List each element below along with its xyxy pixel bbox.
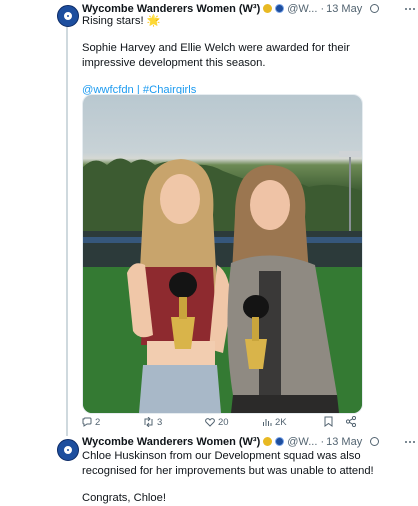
share-button[interactable] [345,415,359,430]
author-handle[interactable]: @W... [287,436,317,448]
tweet-photo[interactable] [82,94,363,414]
tweet-line: recognised for her improvements but was … [82,465,374,477]
reply-icon [82,417,92,427]
views-chart-icon [263,419,272,426]
reply-button[interactable]: 2 [82,416,100,430]
author-name[interactable]: Wycombe Wanderers Women (W³) [82,436,260,448]
tweet-line: Rising stars! [82,15,144,27]
views-count: 2K [275,417,287,428]
like-button[interactable]: 20 [205,416,229,430]
share-icon [345,415,357,428]
repost-count: 3 [157,417,163,428]
tweet-line: Sophie Harvey and Ellie Welch were award… [82,42,350,54]
repost-icon [144,416,153,428]
bookmark-icon [324,416,333,427]
verified-badge-icon [263,4,273,13]
tweet-header: Wycombe Wanderers Women (W³) @W... · 13 Ma… [82,434,410,450]
views-button[interactable]: 2K [262,416,287,430]
affiliate-badge-icon [275,4,285,13]
photo-illustration [83,151,362,413]
tweet-date[interactable]: 13 May [326,436,362,448]
affiliate-badge-icon [275,437,285,446]
tweet-text: Chloe Huskinson from our Development squ… [82,449,408,506]
club-crest-icon [62,444,74,456]
tweet-actions: 2 3 20 2K [82,415,362,430]
tweet-line: Congrats, Chloe! [82,492,166,504]
tweet-line: Chloe Huskinson from our Development squ… [82,450,361,462]
grok-icon[interactable] [370,437,380,446]
reply-count: 2 [95,417,101,428]
repost-button[interactable]: 3 [143,416,162,430]
tweet-text: Rising stars! 🌟 Sophie Harvey and Ellie … [82,14,408,98]
header-separator: · [320,436,325,448]
club-crest-icon [62,10,74,22]
verified-badge-icon [263,437,273,446]
heart-icon [205,418,215,427]
bookmark-button[interactable] [324,416,336,430]
author-avatar[interactable] [57,5,79,27]
grok-icon[interactable] [370,4,380,13]
thread-connector-line [66,26,68,436]
tweet-line: impressive development this season. [82,57,266,69]
glowing-star-emoji: 🌟 [146,15,161,27]
more-options-icon[interactable] [404,434,416,450]
like-count: 20 [218,417,229,428]
author-avatar[interactable] [57,439,79,461]
